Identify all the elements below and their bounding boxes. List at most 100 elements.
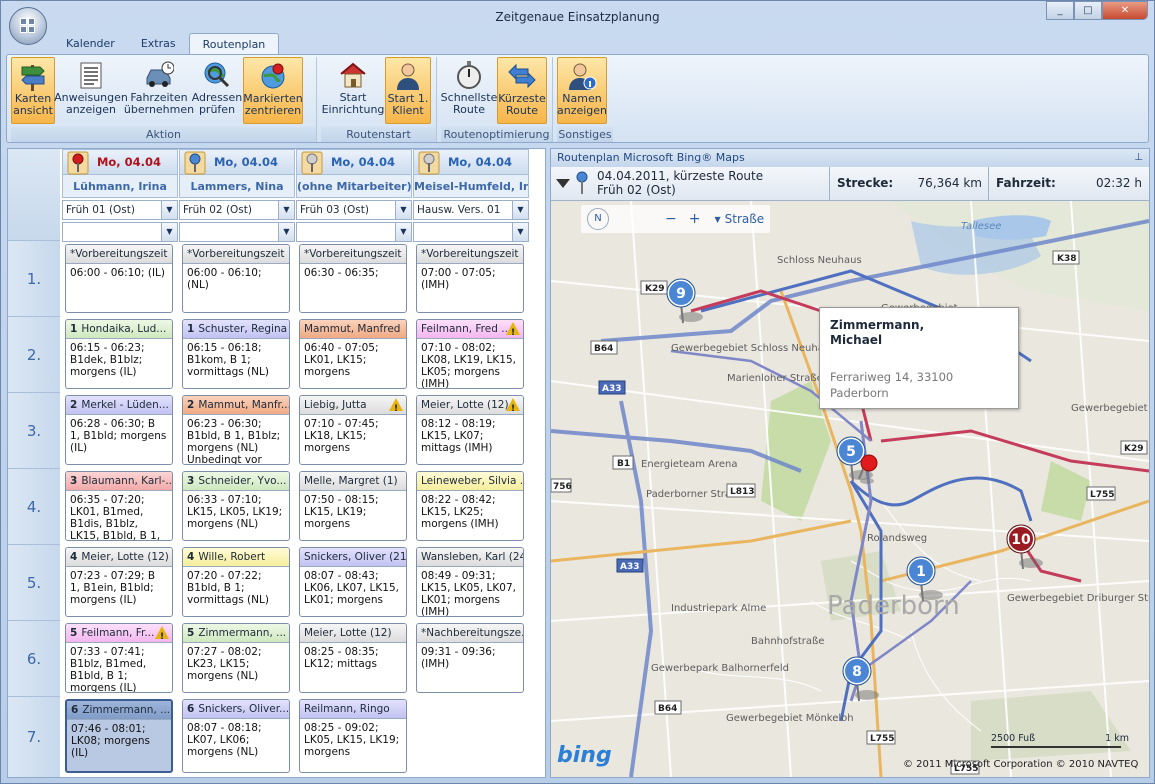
anweisungen-anzeigen-label: Anweisungen anzeigen	[54, 91, 128, 116]
namen-anzeigen-button[interactable]: Namen anzeigen	[557, 57, 607, 124]
appointment-card[interactable]: *Nachbereitungsze... 09:31 - 09:36; (IMH)	[416, 623, 524, 693]
row-label: 1.	[8, 242, 60, 317]
column-date-header[interactable]: Mo, 04.04	[296, 149, 412, 175]
map-label: Gewerbegebiet Mönkeloh	[726, 713, 854, 724]
appointment-card[interactable]: Meier, Lotte (12) 08:25 - 08:35; LK12; mi…	[299, 623, 407, 693]
appointment-order: 2	[70, 399, 78, 411]
appointment-details: 09:31 - 09:36; (IMH)	[421, 646, 496, 670]
chevron-down-icon[interactable]: ▼	[512, 201, 528, 219]
appointment-card[interactable]: Wansleben, Karl (24) 08:49 - 09:31; LK15,…	[416, 547, 524, 617]
tab-extras[interactable]: Extras	[128, 33, 189, 54]
appointment-card[interactable]: Reilmann, Ringo 08:25 - 09:02; LK05, LK15…	[299, 699, 407, 773]
shift-select-value: Früh 03 (Ost)	[300, 204, 369, 216]
appointment-client: Feilmann, Fr...	[81, 627, 155, 639]
appointment-card[interactable]: 4 Meier, Lotte (12) 07:23 - 07:29; B 1, B1…	[65, 547, 173, 617]
minimize-button[interactable]: _	[1046, 1, 1074, 20]
filter-select[interactable]: ▼	[62, 222, 178, 242]
appointment-card[interactable]: *Vorbereitungszeit ... 07:00 - 07:05; (IM…	[416, 244, 524, 313]
appointment-card[interactable]: 3 Schneider, Yvo... 06:33 - 07:10; LK15, L…	[182, 471, 290, 541]
chevron-down-icon[interactable]: ▼	[161, 223, 177, 241]
column-date-header[interactable]: Mo, 04.04	[413, 149, 529, 175]
column-employee-name[interactable]: Lammers, Nina	[179, 175, 295, 198]
close-button[interactable]: ✕	[1102, 1, 1148, 20]
title-bar: Zeitgenaue Einsatzplanung _ □ ✕	[1, 1, 1154, 31]
start-erster-klient-button[interactable]: Start 1. Klient	[385, 57, 431, 124]
chevron-down-icon[interactable]: ▼	[395, 223, 411, 241]
column-date-header[interactable]: Mo, 04.04	[62, 149, 178, 175]
style-dropdown-icon[interactable]: ▼	[714, 215, 720, 224]
column-4: Mo, 04.04Meisel-Humfeld, In...Hausw. Ver…	[413, 149, 529, 693]
shift-select[interactable]: Hausw. Vers. 01 ▼	[413, 200, 529, 220]
appointment-card[interactable]: Snickers, Oliver (21) 08:07 - 08:43; LK06…	[299, 547, 407, 617]
filter-select[interactable]: ▼	[296, 222, 412, 242]
appointment-header: Mammut, Manfred	[300, 320, 406, 339]
chevron-down-icon[interactable]: ▼	[512, 223, 528, 241]
fahrzeiten-uebernehmen-button[interactable]: Fahrzeiten übernehmen	[124, 57, 194, 124]
appointment-order: 4	[187, 551, 195, 563]
appointment-card[interactable]: 5Feilmann, Fr... 07:33 - 07:41; B1blz, B1…	[65, 623, 173, 693]
appointment-client: *Vorbereitungszeit ...	[304, 248, 406, 260]
road-shield: A33	[616, 558, 644, 573]
appointment-card[interactable]: 1 Hondaika, Lud... 06:15 - 06:23; B1dek, B…	[65, 319, 173, 389]
maximize-button[interactable]: □	[1074, 1, 1102, 20]
appointment-card[interactable]: 6 Snickers, Oliver... 08:07 - 08:18; LK07,…	[182, 699, 290, 773]
column-employee-name[interactable]: Meisel-Humfeld, In...	[413, 175, 529, 198]
appointment-header: 4 Meier, Lotte (12)	[66, 548, 172, 567]
kuerzeste-route-button[interactable]: Kürzeste Route	[497, 57, 547, 124]
popup-city: Paderborn	[830, 386, 889, 400]
appointment-card[interactable]: 6 Zimmermann, ... 07:46 - 08:01; LK08; mor…	[65, 699, 173, 773]
appointment-card[interactable]: 2 Merkel - Lüden... 06:28 - 06:30; B 1, B1…	[65, 395, 173, 465]
column-employee-name[interactable]: Lühmann, Irina	[62, 175, 178, 198]
adressen-pruefen-button[interactable]: Adressen prüfen	[191, 57, 243, 124]
appointment-card[interactable]: Leineweber, Silvia ... 08:22 - 08:42; LK1…	[416, 471, 524, 541]
appointment-card[interactable]: 4 Wille, Robert 07:20 - 07:22; B1bld, B 1;…	[182, 547, 290, 617]
tab-routenplan[interactable]: Routenplan	[188, 33, 280, 54]
appointment-card[interactable]: Feilmann, Fred ... 07:10 - 08:02; LK08, L…	[416, 319, 524, 389]
column-employee-name[interactable]: (ohne Mitarbeiter)	[296, 175, 412, 198]
filter-select[interactable]: ▼	[413, 222, 529, 242]
appointment-order: 1	[70, 323, 78, 335]
shift-select[interactable]: Früh 02 (Ost) ▼	[179, 200, 295, 220]
chevron-down-icon[interactable]: ▼	[278, 223, 294, 241]
map-layer[interactable]: Schloss Neuhaus Gewerbegebiet Schloss Ne…	[551, 201, 1149, 777]
karten-ansicht-button[interactable]: Karten ansicht	[11, 57, 55, 124]
shift-select[interactable]: Früh 01 (Ost) ▼	[62, 200, 178, 220]
map-style-selector[interactable]: Straße	[725, 212, 765, 226]
schnellste-route-button[interactable]: Schnellste Route	[441, 57, 497, 124]
appointment-card[interactable]: 2 Mammut, Manfr... 06:23 - 06:30; B1bld, B…	[182, 395, 290, 465]
collapse-arrow-icon[interactable]	[555, 177, 571, 189]
map-canvas[interactable]: Schloss Neuhaus Gewerbegebiet Schloss Ne…	[551, 201, 1149, 777]
appointment-card[interactable]: 3 Blaumann, Karl-... 06:35 - 07:20; LK01, …	[65, 471, 173, 541]
tab-kalender[interactable]: Kalender	[53, 33, 128, 54]
chevron-down-icon[interactable]: ▼	[395, 201, 411, 219]
road-shield: K29	[1120, 440, 1148, 455]
appointment-card[interactable]: Melle, Margret (1) 07:50 - 08:15; LK15, L…	[299, 471, 407, 541]
appointment-client: Zimmermann, ...	[82, 704, 171, 716]
anweisungen-anzeigen-button[interactable]: Anweisungen anzeigen	[54, 57, 128, 124]
appointment-card[interactable]: Liebig, Jutta 07:10 - 07:45; LK18, LK15; …	[299, 395, 407, 465]
pin-pane-icon[interactable]: ⊥	[1134, 149, 1143, 167]
appointment-card[interactable]: *Vorbereitungszeit ... 06:00 - 06:10; (IL…	[65, 244, 173, 313]
appointment-order: 2	[187, 399, 195, 411]
appointment-card[interactable]: *Vorbereitungszeit ... 06:30 - 06:35;	[299, 244, 407, 313]
appointment-details: 06:30 - 06:35;	[304, 267, 379, 279]
chevron-down-icon[interactable]: ▼	[161, 201, 177, 219]
appointment-header: 5 Zimmermann, ...	[183, 624, 289, 643]
appointment-card[interactable]: Meier, Lotte (12) 08:12 - 08:19; LK15, LK…	[416, 395, 524, 465]
start-einrichtung-button[interactable]: Start Einrichtung	[321, 57, 385, 124]
appointment-card[interactable]: 1 Schuster, Regina 06:15 - 06:18; B1kom, B…	[182, 319, 290, 389]
zoom-in-button[interactable]: +	[689, 211, 701, 227]
compass-rose[interactable]: N	[587, 208, 609, 230]
appointment-card[interactable]: Mammut, Manfred 06:40 - 07:05; LK01, LK15…	[299, 319, 407, 389]
appointment-card[interactable]: 5 Zimmermann, ... 07:27 - 08:02; LK23, LK1…	[182, 623, 290, 693]
shift-select[interactable]: Früh 03 (Ost) ▼	[296, 200, 412, 220]
column-date-header[interactable]: Mo, 04.04	[179, 149, 295, 175]
app-menu-orb[interactable]	[9, 7, 47, 45]
road-shield: L755	[866, 730, 896, 745]
appointment-card[interactable]: *Vorbereitungszeit ... 06:00 - 06:10; (NL…	[182, 244, 290, 313]
svg-text:K38: K38	[1057, 254, 1077, 264]
chevron-down-icon[interactable]: ▼	[278, 201, 294, 219]
markierten-zentrieren-button[interactable]: Markierten zentrieren	[243, 57, 303, 124]
filter-select[interactable]: ▼	[179, 222, 295, 242]
zoom-out-button[interactable]: −	[665, 211, 677, 227]
